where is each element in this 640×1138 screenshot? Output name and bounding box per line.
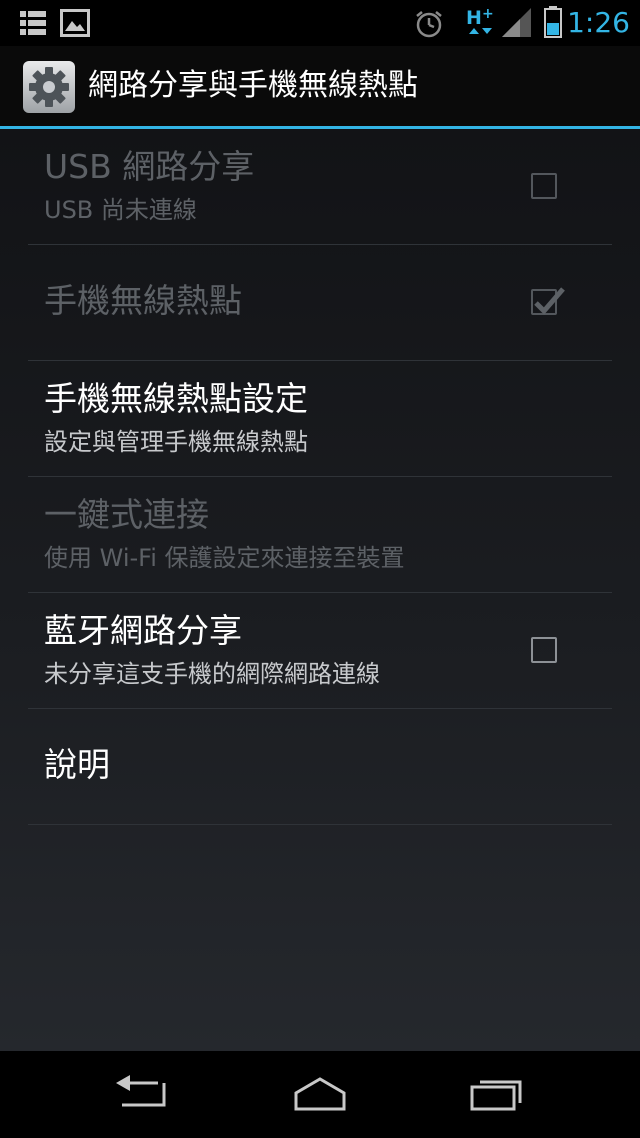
status-time: 1:26 <box>567 6 630 39</box>
navigation-bar <box>0 1051 640 1138</box>
page-title: 網路分享與手機無線熱點 <box>88 68 418 103</box>
pref-title: 藍牙網路分享 <box>44 611 242 650</box>
action-bar: 網路分享與手機無線熱點 <box>0 46 640 128</box>
notification-list-icon <box>20 10 46 40</box>
settings-gear-icon[interactable] <box>22 60 76 114</box>
pref-title: 一鍵式連接 <box>44 495 209 534</box>
hspa-plus-data-icon: H + <box>466 6 496 44</box>
pref-summary: 未分享這支手機的網際網路連線 <box>44 660 380 688</box>
pref-portable-hotspot[interactable]: 手機無線熱點 <box>28 245 612 361</box>
pref-summary: 使用 Wi-Fi 保護設定來連接至裝置 <box>44 544 405 572</box>
pref-hotspot-settings[interactable]: 手機無線熱點設定 設定與管理手機無線熱點 <box>28 361 612 477</box>
svg-text:+: + <box>482 6 494 22</box>
svg-text:H: H <box>466 7 482 29</box>
home-icon[interactable] <box>292 1075 348 1115</box>
pref-title: USB 網路分享 <box>44 147 255 186</box>
status-bar: H + 1:26 <box>0 0 640 46</box>
checkmark-icon <box>534 287 565 315</box>
pref-wps-connect[interactable]: 一鍵式連接 使用 Wi-Fi 保護設定來連接至裝置 <box>28 477 612 593</box>
alarm-icon <box>414 9 444 43</box>
signal-icon <box>502 8 532 42</box>
settings-content: USB 網路分享 USB 尚未連線 手機無線熱點 手機無線熱點設定 設定與管理手… <box>0 129 640 1051</box>
pref-bluetooth-tethering[interactable]: 藍牙網路分享 未分享這支手機的網際網路連線 <box>28 593 612 709</box>
usb-tethering-checkbox[interactable] <box>531 173 557 199</box>
pref-title: 手機無線熱點 <box>44 281 242 320</box>
pref-help[interactable]: 說明 <box>28 709 612 825</box>
gallery-icon <box>60 9 90 41</box>
pref-usb-tethering[interactable]: USB 網路分享 USB 尚未連線 <box>28 129 612 245</box>
pref-summary: 設定與管理手機無線熱點 <box>44 428 308 456</box>
portable-hotspot-checkbox[interactable] <box>531 287 565 315</box>
screen: H + 1:26 網路分享與手機無線熱點 USB 網路分享 USB 尚未連線 手… <box>0 0 640 1138</box>
bluetooth-tethering-checkbox[interactable] <box>531 637 557 663</box>
pref-title: 手機無線熱點設定 <box>44 379 308 418</box>
pref-title: 說明 <box>44 745 110 784</box>
preference-list: USB 網路分享 USB 尚未連線 手機無線熱點 手機無線熱點設定 設定與管理手… <box>28 129 612 825</box>
battery-icon <box>544 6 562 42</box>
recent-apps-icon[interactable] <box>470 1075 526 1115</box>
pref-summary: USB 尚未連線 <box>44 196 197 224</box>
back-icon[interactable] <box>114 1075 170 1115</box>
